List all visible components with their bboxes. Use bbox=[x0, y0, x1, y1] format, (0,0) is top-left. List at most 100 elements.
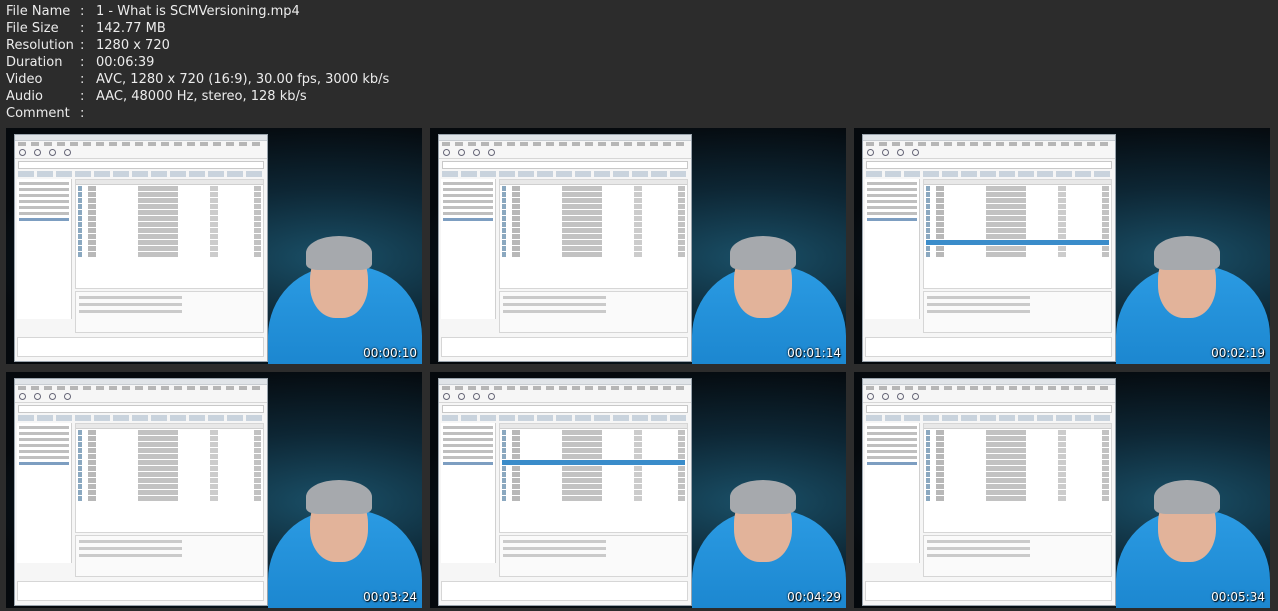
settings-icon bbox=[488, 149, 495, 156]
path-bar bbox=[442, 405, 688, 413]
commit-row bbox=[78, 198, 261, 203]
video-thumbnail: 00:05:34 bbox=[854, 372, 1270, 608]
path-bar bbox=[442, 161, 688, 169]
presenter-cap bbox=[730, 480, 796, 514]
commit-row bbox=[78, 204, 261, 209]
presenter-webcam bbox=[692, 372, 846, 608]
commit-list bbox=[923, 179, 1112, 289]
bottom-panel bbox=[17, 337, 264, 357]
commit-row bbox=[78, 436, 261, 441]
tree-item bbox=[443, 188, 493, 191]
commit-row bbox=[502, 192, 685, 197]
tree-item-selected bbox=[19, 218, 69, 221]
file-info-row: File Size : 142.77 MB bbox=[6, 20, 389, 37]
file-info-label: Duration bbox=[6, 55, 63, 70]
tree-item bbox=[867, 426, 917, 429]
bottom-panel bbox=[865, 581, 1112, 601]
repository-tree bbox=[865, 179, 920, 319]
file-info-row: Duration : 00:06:39 bbox=[6, 54, 389, 71]
commit-row bbox=[78, 240, 261, 245]
detail-line bbox=[927, 547, 1030, 550]
tree-item bbox=[19, 432, 69, 435]
tabs-row bbox=[442, 171, 688, 177]
app-screenshot bbox=[862, 134, 1116, 362]
detail-line bbox=[79, 296, 182, 299]
detail-line bbox=[927, 310, 1030, 313]
commit-row bbox=[926, 228, 1109, 233]
commit-list bbox=[923, 423, 1112, 533]
history-icon bbox=[473, 149, 480, 156]
file-info-row: Video : AVC, 1280 x 720 (16:9), 30.00 fp… bbox=[6, 71, 389, 88]
app-screenshot bbox=[438, 134, 692, 362]
detail-line bbox=[503, 547, 606, 550]
commit-row bbox=[926, 484, 1109, 489]
repository-tree bbox=[865, 423, 920, 563]
tree-item bbox=[867, 444, 917, 447]
update-icon bbox=[882, 149, 889, 156]
tree-item bbox=[443, 212, 493, 215]
commit-row bbox=[78, 478, 261, 483]
tree-item bbox=[867, 456, 917, 459]
tree-item bbox=[443, 206, 493, 209]
window-titlebar bbox=[863, 379, 1115, 385]
tree-item bbox=[867, 200, 917, 203]
toolbar bbox=[863, 391, 1115, 403]
toolbar bbox=[439, 391, 691, 403]
presenter-webcam bbox=[692, 128, 846, 364]
repository-tree bbox=[17, 179, 72, 319]
repository-tree bbox=[441, 179, 496, 319]
commit-row bbox=[78, 490, 261, 495]
commit-row bbox=[926, 460, 1109, 465]
commit-row bbox=[502, 454, 685, 459]
file-info-separator: : bbox=[80, 38, 85, 53]
file-info-separator: : bbox=[80, 89, 85, 104]
detail-line bbox=[79, 310, 182, 313]
tree-item bbox=[443, 456, 493, 459]
window-titlebar bbox=[439, 379, 691, 385]
file-info-separator: : bbox=[80, 106, 85, 121]
commit-row bbox=[926, 454, 1109, 459]
presenter-cap bbox=[306, 480, 372, 514]
tree-item bbox=[867, 450, 917, 453]
commit-list-header bbox=[500, 180, 687, 185]
detail-line bbox=[79, 540, 182, 543]
file-info-label: Resolution bbox=[6, 38, 74, 53]
commit-row bbox=[502, 240, 685, 245]
commit-row bbox=[502, 234, 685, 239]
commit-row bbox=[502, 198, 685, 203]
commit-row bbox=[78, 484, 261, 489]
commit-row bbox=[926, 490, 1109, 495]
bottom-panel bbox=[865, 337, 1112, 357]
settings-icon bbox=[912, 393, 919, 400]
commit-row bbox=[926, 222, 1109, 227]
file-info-row: File Name : 1 - What is SCMVersioning.mp… bbox=[6, 3, 389, 20]
detail-line bbox=[927, 540, 1030, 543]
commit-icon bbox=[867, 393, 874, 400]
video-thumbnail: 00:00:10 bbox=[6, 128, 422, 364]
file-info-value: 1280 x 720 bbox=[96, 38, 170, 53]
file-info-value: 1 - What is SCMVersioning.mp4 bbox=[96, 4, 300, 19]
commit-row bbox=[502, 204, 685, 209]
file-info-row: Audio : AAC, 48000 Hz, stereo, 128 kb/s bbox=[6, 88, 389, 105]
history-icon bbox=[897, 393, 904, 400]
timestamp-label: 00:05:34 bbox=[1211, 590, 1265, 604]
update-icon bbox=[34, 149, 41, 156]
commit-row bbox=[502, 246, 685, 251]
file-info-separator: : bbox=[80, 72, 85, 87]
timestamp-label: 00:00:10 bbox=[363, 346, 417, 360]
tree-item bbox=[867, 206, 917, 209]
commit-row bbox=[78, 216, 261, 221]
file-info-row: Resolution : 1280 x 720 bbox=[6, 37, 389, 54]
commit-row bbox=[926, 496, 1109, 501]
commit-list-header bbox=[500, 424, 687, 429]
app-screenshot bbox=[438, 378, 692, 606]
tree-item bbox=[867, 438, 917, 441]
commit-row bbox=[78, 496, 261, 501]
menu-bar bbox=[442, 142, 688, 146]
tree-item bbox=[867, 212, 917, 215]
history-icon bbox=[473, 393, 480, 400]
commit-row bbox=[78, 192, 261, 197]
commit-row bbox=[502, 430, 685, 435]
toolbar bbox=[15, 147, 267, 159]
bottom-panel bbox=[441, 581, 688, 601]
